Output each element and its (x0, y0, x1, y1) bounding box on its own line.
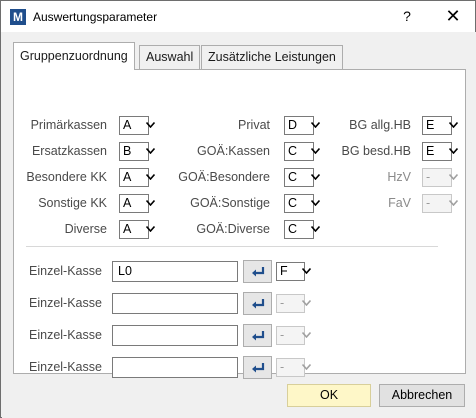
group-select-diverse[interactable]: A (119, 220, 155, 239)
ok-button[interactable]: OK (287, 384, 371, 407)
select-value: C (288, 170, 298, 184)
einzel-group-select-2[interactable]: - (276, 294, 311, 313)
apply-button-3[interactable] (243, 324, 272, 347)
enter-arrow-icon (252, 299, 265, 309)
section-divider (26, 246, 438, 247)
label-fav: FaV (388, 196, 411, 210)
tab-label: Gruppenzuordnung (20, 49, 128, 63)
enter-arrow-icon (252, 363, 265, 373)
enter-arrow-icon (252, 267, 265, 277)
apply-button-2[interactable] (243, 292, 272, 315)
label-besondere-kk: Besondere KK (26, 170, 107, 184)
group-select-goae-besondere[interactable]: C (284, 168, 320, 187)
group-select-goae-kassen[interactable]: C (284, 142, 320, 161)
label-goae-sonstige: GOÄ:Sonstige (190, 196, 270, 210)
select-value: - (280, 360, 285, 374)
select-value: - (280, 296, 285, 310)
help-button[interactable]: ? (397, 6, 417, 26)
label-einzel-kasse-3: Einzel-Kasse (29, 328, 102, 342)
group-select-hzv[interactable]: - (422, 168, 458, 187)
dialog-client: Gruppenzuordnung Auswahl Zusätzliche Lei… (2, 32, 476, 418)
einzel-group-select-1[interactable]: F (276, 262, 311, 281)
label-einzel-kasse-1: Einzel-Kasse (29, 264, 102, 278)
apply-button-4[interactable] (243, 356, 272, 379)
select-value: C (288, 196, 298, 210)
einzel-kasse-input-3[interactable] (112, 325, 238, 346)
label-einzel-kasse-4: Einzel-Kasse (29, 360, 102, 374)
select-value: - (426, 196, 431, 210)
label-goae-besondere: GOÄ:Besondere (178, 170, 270, 184)
tab-label: Auswahl (146, 50, 194, 64)
label-ersatzkassen: Ersatzkassen (31, 144, 107, 158)
window-title: Auswertungsparameter (33, 10, 158, 24)
label-goae-diverse: GOÄ:Diverse (196, 222, 270, 236)
group-select-besondere-kk[interactable]: A (119, 168, 155, 187)
select-value: B (123, 144, 132, 158)
label-primaerkassen: Primärkassen (30, 118, 107, 132)
app-logo-icon: M (10, 9, 26, 25)
label-hzv: HzV (387, 170, 411, 184)
select-value: C (288, 222, 298, 236)
group-select-goae-diverse[interactable]: C (284, 220, 320, 239)
apply-button-1[interactable] (243, 260, 272, 283)
input-value: L0 (118, 264, 132, 278)
einzel-kasse-input-1[interactable]: L0 (112, 261, 238, 282)
select-value: C (288, 144, 298, 158)
group-select-goae-sonstige[interactable]: C (284, 194, 320, 213)
tab-panel-gruppenzuordnung: Primärkassen A Ersatzkassen B Besondere … (13, 69, 466, 379)
label-einzel-kasse-2: Einzel-Kasse (29, 296, 102, 310)
select-value: E (426, 144, 435, 158)
label-goae-kassen: GOÄ:Kassen (197, 144, 270, 158)
tab-auswahl[interactable]: Auswahl (139, 45, 201, 69)
label-privat: Privat (238, 118, 270, 132)
select-value: A (123, 170, 132, 184)
select-value: A (123, 118, 132, 132)
group-select-bg-besd-hb[interactable]: E (422, 142, 458, 161)
tab-zusaetzliche-leistungen[interactable]: Zusätzliche Leistungen (201, 45, 343, 69)
label-sonstige-kk: Sonstige KK (38, 196, 107, 210)
select-value: F (280, 264, 288, 278)
einzel-group-select-4[interactable]: - (276, 358, 311, 377)
close-button[interactable]: ✕ (441, 5, 465, 27)
enter-arrow-icon (252, 331, 265, 341)
dialog-window: M Auswertungsparameter ? ✕ Gruppenzuordn… (0, 0, 476, 418)
group-select-privat[interactable]: D (284, 116, 320, 135)
group-select-primaerkassen[interactable]: A (119, 116, 155, 135)
select-value: A (123, 222, 132, 236)
group-select-fav[interactable]: - (422, 194, 458, 213)
tab-label: Zusätzliche Leistungen (208, 50, 336, 64)
group-select-sonstige-kk[interactable]: A (119, 194, 155, 213)
select-value: E (426, 118, 435, 132)
tab-gruppenzuordnung[interactable]: Gruppenzuordnung (13, 42, 135, 70)
select-value: A (123, 196, 132, 210)
label-bg-besd-hb: BG besd.HB (341, 144, 411, 158)
select-value: - (280, 328, 285, 342)
group-select-ersatzkassen[interactable]: B (119, 142, 155, 161)
einzel-kasse-input-2[interactable] (112, 293, 238, 314)
title-bar[interactable]: M Auswertungsparameter ? ✕ (1, 1, 475, 32)
cancel-button[interactable]: Abbrechen (379, 384, 465, 407)
einzel-group-select-3[interactable]: - (276, 326, 311, 345)
label-diverse: Diverse (64, 222, 107, 236)
label-bg-allg-hb: BG allg.HB (349, 118, 411, 132)
einzel-kasse-input-4[interactable] (112, 357, 238, 378)
select-value: D (288, 118, 298, 132)
select-value: - (426, 170, 431, 184)
group-select-bg-allg-hb[interactable]: E (422, 116, 458, 135)
